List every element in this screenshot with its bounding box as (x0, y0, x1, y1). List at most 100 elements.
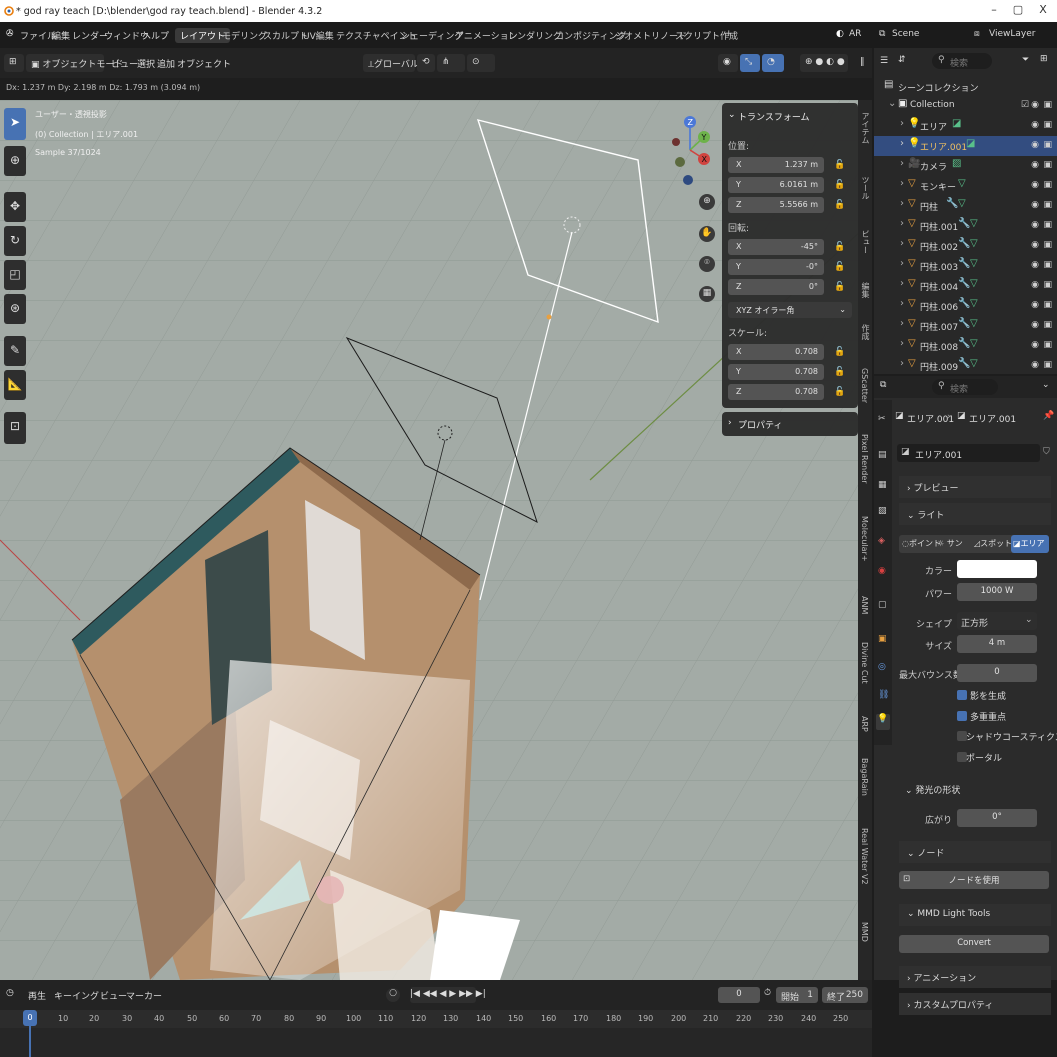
lock-icon[interactable]: 🔓 (834, 367, 845, 377)
lock-icon[interactable]: 🔓 (834, 282, 845, 292)
lock-icon[interactable]: 🔓 (834, 200, 845, 210)
outliner-row-cylinder-004[interactable]: › ▽ 円柱.004 🔧 ▽ ◉ ▣ (874, 276, 1057, 296)
tab-divine-cut[interactable]: Divine Cut (860, 642, 869, 684)
panel-custom-properties[interactable]: › カスタムプロパティ (899, 993, 1051, 1015)
viewlayer-icon[interactable]: ⧈ (974, 29, 980, 39)
camera-icon[interactable]: ▣ (1043, 180, 1052, 190)
tab-tool[interactable]: ツール (860, 176, 871, 200)
new-collection-icon[interactable]: ⊞ (1040, 54, 1048, 64)
panel-animation[interactable]: › アニメーション (899, 966, 1051, 988)
camera-icon[interactable]: ▣ (1043, 200, 1052, 210)
orientation-selector[interactable]: ⟂グローバル (363, 54, 419, 72)
collection-tab-icon[interactable]: ▢ (878, 600, 887, 610)
outliner-row-cylinder[interactable]: › ▽ 円柱 🔧 ▽ ◉ ▣ (874, 196, 1057, 216)
world-tab-icon[interactable]: ◉ (878, 566, 886, 576)
add-cube-tool-icon[interactable]: ⊡ (4, 412, 26, 444)
outliner-row-area-001[interactable]: › 💡 エリア.001 ◪ ◉ ▣ (874, 136, 1057, 156)
proportional-edit-icon[interactable]: ⊙ (467, 54, 495, 72)
camera-icon[interactable]: ▣ (1043, 160, 1052, 170)
rotation-y-field[interactable]: Y -0° (728, 259, 824, 275)
outliner-row-cylinder-001[interactable]: › ▽ 円柱.001 🔧 ▽ ◉ ▣ (874, 216, 1057, 236)
outliner-row-monkey[interactable]: › ▽ モンキー ▽ ◉ ▣ (874, 176, 1057, 196)
power-field[interactable]: 1000 W (957, 583, 1037, 601)
start-frame-field[interactable]: 開始 1 (776, 987, 818, 1003)
eye-icon[interactable]: ◉ (1031, 160, 1039, 170)
camera-icon[interactable]: ▣ (1043, 240, 1052, 250)
menu-object[interactable]: オブジェクト (172, 54, 236, 72)
transform-title[interactable]: トランスフォーム (738, 110, 810, 123)
outliner-search[interactable]: ⚲ 検索 (932, 53, 992, 69)
minimize-button[interactable]: – (986, 3, 1002, 16)
eye-icon[interactable]: ◉ (1031, 320, 1039, 330)
chevron-down-icon[interactable]: ⌄ (1042, 380, 1050, 390)
eye-icon[interactable]: ◉ (1031, 340, 1039, 350)
location-z-field[interactable]: Z 5.5566 m (728, 197, 824, 213)
cursor-tool-icon[interactable]: ⊕ (4, 146, 26, 176)
outliner-row-cylinder-002[interactable]: › ▽ 円柱.002 🔧 ▽ ◉ ▣ (874, 236, 1057, 256)
close-button[interactable]: X (1035, 3, 1051, 16)
outliner-row-area[interactable]: › 💡 エリア ◪ ◉ ▣ (874, 116, 1057, 136)
tool-tab-icon[interactable]: ✂ (878, 414, 886, 424)
scale-z-field[interactable]: Z 0.708 (728, 384, 824, 400)
playhead[interactable]: 0 (23, 1010, 37, 1026)
convert-button[interactable]: Convert (899, 935, 1049, 953)
rotation-mode-dropdown[interactable]: XYZ オイラー角 ⌄ (728, 302, 852, 318)
menu-view[interactable]: ビュー (100, 989, 127, 1002)
menu-playback[interactable]: 再生 (28, 989, 46, 1002)
overlay-toggle-icon[interactable]: ◔ (762, 54, 784, 72)
location-y-field[interactable]: Y 6.0161 m (728, 177, 824, 193)
outliner-row-cylinder-008[interactable]: › ▽ 円柱.008 🔧 ▽ ◉ ▣ (874, 336, 1057, 356)
eye-icon[interactable]: ◉ (1031, 180, 1039, 190)
display-mode-icon[interactable]: ⇵ (898, 55, 906, 65)
panel-chevron-icon[interactable]: ⌄ (728, 110, 736, 120)
lock-icon[interactable]: 🔓 (834, 347, 845, 357)
eye-icon[interactable]: ◉ (1031, 300, 1039, 310)
pan-hand-icon[interactable]: ✋ (699, 226, 715, 242)
properties-search[interactable]: ⚲ 検索 (932, 379, 998, 395)
shading-modes[interactable]: ⊕ ● ◐ ● (800, 54, 848, 72)
ortho-grid-icon[interactable]: ▦ (699, 286, 715, 302)
lock-icon[interactable]: 🔓 (834, 242, 845, 252)
light-type-spot[interactable]: ◿スポット (974, 538, 1012, 549)
constraints-tab-icon[interactable]: ⛓ (878, 690, 889, 700)
scale-y-field[interactable]: Y 0.708 (728, 364, 824, 380)
timeline[interactable]: 10 20 30 40 50 60 70 80 90 100 110 120 1… (0, 1010, 872, 1057)
viewlayer-selector[interactable]: ViewLayer (989, 29, 1035, 39)
eye-icon[interactable]: ◉ (1031, 200, 1039, 210)
checkbox-icon[interactable]: ☑ (1021, 100, 1029, 110)
add-workspace-button[interactable]: + (720, 28, 738, 40)
shape-dropdown[interactable]: 正方形 ⌄ (957, 612, 1037, 630)
ar-label[interactable]: AR (849, 29, 861, 39)
light-color-swatch[interactable] (957, 560, 1037, 578)
end-frame-field[interactable]: 終了 250 (822, 987, 868, 1003)
scale-x-field[interactable]: X 0.708 (728, 344, 824, 360)
output-tab-icon[interactable]: ▦ (878, 480, 887, 490)
scene-collection-row[interactable]: ▤ シーンコレクション (874, 77, 1057, 97)
camera-icon[interactable]: ▣ (1043, 300, 1052, 310)
datablock-selector[interactable]: ◪ エリア.001 (897, 444, 1040, 462)
timeline-editor-icon[interactable]: ◷ (6, 988, 14, 998)
scene-icon[interactable]: ⧉ (879, 29, 885, 39)
filter-icon[interactable]: ⏷ (1022, 55, 1029, 65)
blender-menu-icon[interactable]: ✇ (6, 29, 14, 39)
camera-icon[interactable]: ▣ (1043, 360, 1052, 370)
menu-render[interactable]: レンダー (72, 29, 108, 42)
rotation-x-field[interactable]: X -45° (728, 239, 824, 255)
camera-icon[interactable]: ▣ (1043, 100, 1052, 110)
menu-help[interactable]: ヘルプ (142, 29, 169, 42)
size-field[interactable]: 4 m (957, 635, 1037, 653)
light-type-point[interactable]: ◌ポイント (902, 538, 941, 549)
outliner-row-cylinder-003[interactable]: › ▽ 円柱.003 🔧 ▽ ◉ ▣ (874, 256, 1057, 276)
tab-edit[interactable]: 編集 (860, 282, 871, 298)
zoom-icon[interactable]: ⊕ (699, 194, 715, 210)
cast-shadow-checkbox[interactable] (957, 690, 967, 700)
light-type-sun[interactable]: ☼ サン (937, 538, 963, 549)
playback-controls[interactable]: |◀ ◀◀ ◀ ▶ ▶▶ ▶| (410, 987, 486, 1003)
eye-icon[interactable]: ◉ (1031, 260, 1039, 270)
tab-create[interactable]: 作成 (860, 324, 871, 340)
editor-type-icon[interactable]: ⊞ (4, 54, 24, 72)
outliner-row-cylinder-009[interactable]: › ▽ 円柱.009 🔧 ▽ ◉ ▣ (874, 356, 1057, 374)
tab-item[interactable]: アイテム (860, 112, 871, 144)
eye-icon[interactable]: ◉ (1031, 240, 1039, 250)
max-bounces-field[interactable]: 0 (957, 664, 1037, 682)
